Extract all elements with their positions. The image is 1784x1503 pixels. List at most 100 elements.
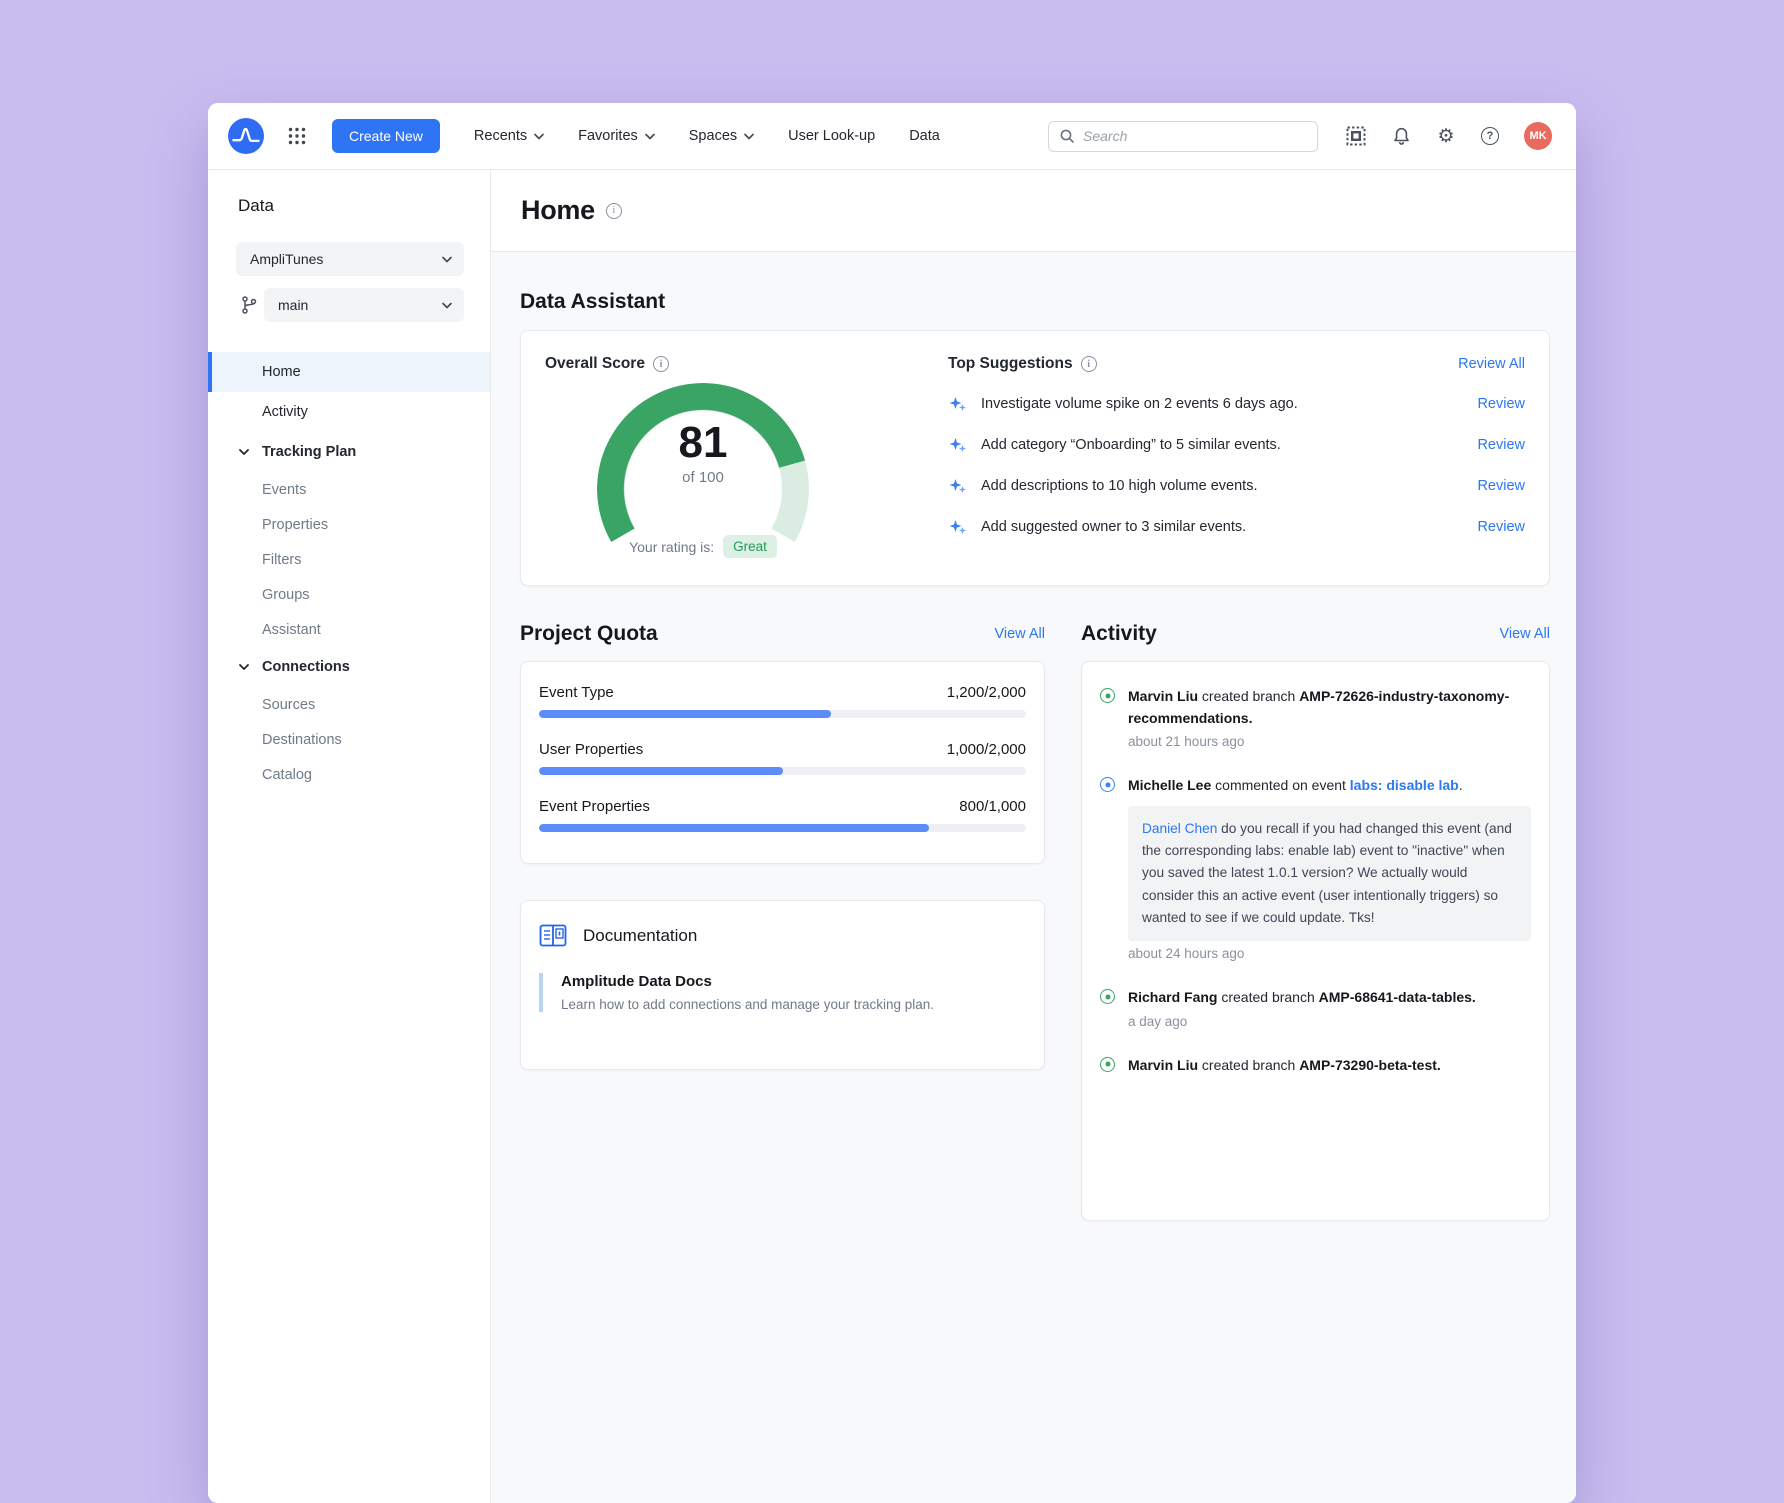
suggestion-text: Add suggested owner to 3 similar events. [981,519,1464,535]
sidebar-item-home[interactable]: Home [208,352,490,392]
sidebar-item-destinations[interactable]: Destinations [208,722,490,757]
avatar[interactable]: MK [1524,122,1552,150]
activity-section-title: Activity [1081,622,1157,646]
data-assistant-section-title: Data Assistant [520,290,1550,314]
top-navigation-bar: Create New Recents Favorites Spaces User… [208,103,1576,170]
apps-grid-icon[interactable] [288,127,306,145]
suggestion-row: Investigate volume spike on 2 events 6 d… [948,394,1525,414]
documentation-title: Documentation [583,926,697,946]
branch-select[interactable]: main [264,288,464,322]
suggestion-text: Add descriptions to 10 high volume event… [981,478,1464,494]
menu-spaces-label: Spaces [689,128,737,144]
quota-row: Event Type 1,200/2,000 [539,684,1026,718]
quota-value: 1,200/2,000 [947,684,1026,701]
activity-item: Marvin Liu created branch AMP-73290-beta… [1100,1055,1531,1077]
search-input[interactable] [1083,128,1307,144]
suggestion-row: Add category “Onboarding” to 5 similar e… [948,435,1525,455]
menu-favorites-label: Favorites [578,128,638,144]
chevron-down-icon [442,256,452,263]
amplitude-logo-icon[interactable] [228,118,264,154]
project-quota-section-title: Project Quota [520,622,658,646]
create-new-button[interactable]: Create New [332,119,440,153]
menu-recents[interactable]: Recents [474,128,544,144]
activity-target: AMP-73290-beta-test. [1299,1057,1441,1073]
quota-progress-fill [539,767,783,775]
overall-score-label: Overall Score [545,355,645,373]
overall-score-max: of 100 [597,469,809,486]
quota-row: User Properties 1,000/2,000 [539,741,1026,775]
sidebar-item-sources[interactable]: Sources [208,687,490,722]
help-icon[interactable] [1481,127,1499,145]
sidebar-item-events[interactable]: Events [208,472,490,507]
docs-item-title[interactable]: Amplitude Data Docs [561,973,1026,990]
menu-spaces[interactable]: Spaces [689,128,754,144]
main-area: Home Data Assistant Overall Score [491,170,1576,1503]
activity-timestamp: a day ago [1128,1014,1531,1029]
quota-row: Event Properties 800/1,000 [539,798,1026,832]
menu-user-lookup[interactable]: User Look-up [788,128,875,144]
project-quota-card: Event Type 1,200/2,000 User Properties 1… [520,661,1045,864]
suggestion-text: Add category “Onboarding” to 5 similar e… [981,437,1464,453]
activity-item: Richard Fang created branch AMP-68641-da… [1100,987,1531,1029]
review-link[interactable]: Review [1477,478,1525,494]
info-icon[interactable] [653,356,669,372]
comment-text: do you recall if you had changed this ev… [1142,821,1512,925]
sidebar-item-properties[interactable]: Properties [208,507,490,542]
review-link[interactable]: Review [1477,437,1525,453]
branch-icon [240,295,258,315]
mention-link[interactable]: Daniel Chen [1142,821,1217,836]
sparkle-icon [948,517,968,537]
quota-progress-fill [539,824,929,832]
branch-select-value: main [278,297,442,313]
project-select[interactable]: AmpliTunes [236,242,464,276]
activity-action: created branch [1198,1057,1299,1073]
gear-icon[interactable] [1436,126,1456,146]
sparkle-icon [948,476,968,496]
review-link[interactable]: Review [1477,396,1525,412]
menu-favorites[interactable]: Favorites [578,128,655,144]
comment-status-icon [1100,777,1115,792]
sidebar-item-catalog[interactable]: Catalog [208,757,490,792]
activity-card: Marvin Liu created branch AMP-72626-indu… [1081,661,1550,1221]
search-box[interactable] [1048,121,1318,152]
activity-target: AMP-68641-data-tables. [1319,989,1476,1005]
quota-value: 800/1,000 [959,798,1026,815]
chevron-down-icon [645,133,655,140]
documentation-link-item[interactable]: Amplitude Data Docs Learn how to add con… [539,973,1026,1012]
bell-icon[interactable] [1391,126,1411,146]
event-link[interactable]: labs: disable lab [1350,777,1459,793]
quota-view-all-link[interactable]: View All [994,626,1045,642]
review-link[interactable]: Review [1477,519,1525,535]
suggestion-row: Add descriptions to 10 high volume event… [948,476,1525,496]
review-all-link[interactable]: Review All [1458,356,1525,372]
menu-data[interactable]: Data [909,128,940,144]
suggestion-row: Add suggested owner to 3 similar events.… [948,517,1525,537]
menu-data-label: Data [909,128,940,144]
documentation-card: Documentation Amplitude Data Docs Learn … [520,900,1045,1070]
activity-item: Michelle Lee commented on event labs: di… [1100,775,1531,961]
activity-suffix: . [1459,777,1463,793]
sidebar-item-activity[interactable]: Activity [208,392,490,432]
activity-timestamp: about 21 hours ago [1128,734,1531,749]
sidebar-item-assistant[interactable]: Assistant [208,612,490,647]
sidebar-item-filters[interactable]: Filters [208,542,490,577]
suggestion-text: Investigate volume spike on 2 events 6 d… [981,396,1464,412]
activity-view-all-link[interactable]: View All [1499,626,1550,642]
info-icon[interactable] [606,203,622,219]
quota-label: Event Type [539,684,614,701]
project-select-value: AmpliTunes [250,251,442,267]
page-header: Home [491,170,1576,252]
chevron-down-icon [239,449,249,456]
activity-user: Richard Fang [1128,989,1217,1005]
sparkle-icon [948,435,968,455]
top-icons: MK [1346,122,1552,150]
dashed-frame-icon[interactable] [1346,126,1366,146]
info-icon[interactable] [1081,356,1097,372]
sidebar-item-connections[interactable]: Connections [208,647,490,687]
sidebar-item-groups[interactable]: Groups [208,577,490,612]
sidebar-item-tracking-plan[interactable]: Tracking Plan [208,432,490,472]
branch-status-icon [1100,989,1115,1004]
comment-box: Daniel Chen do you recall if you had cha… [1128,806,1531,941]
app-window: Create New Recents Favorites Spaces User… [208,103,1576,1503]
overall-score-value: 81 [597,421,809,465]
